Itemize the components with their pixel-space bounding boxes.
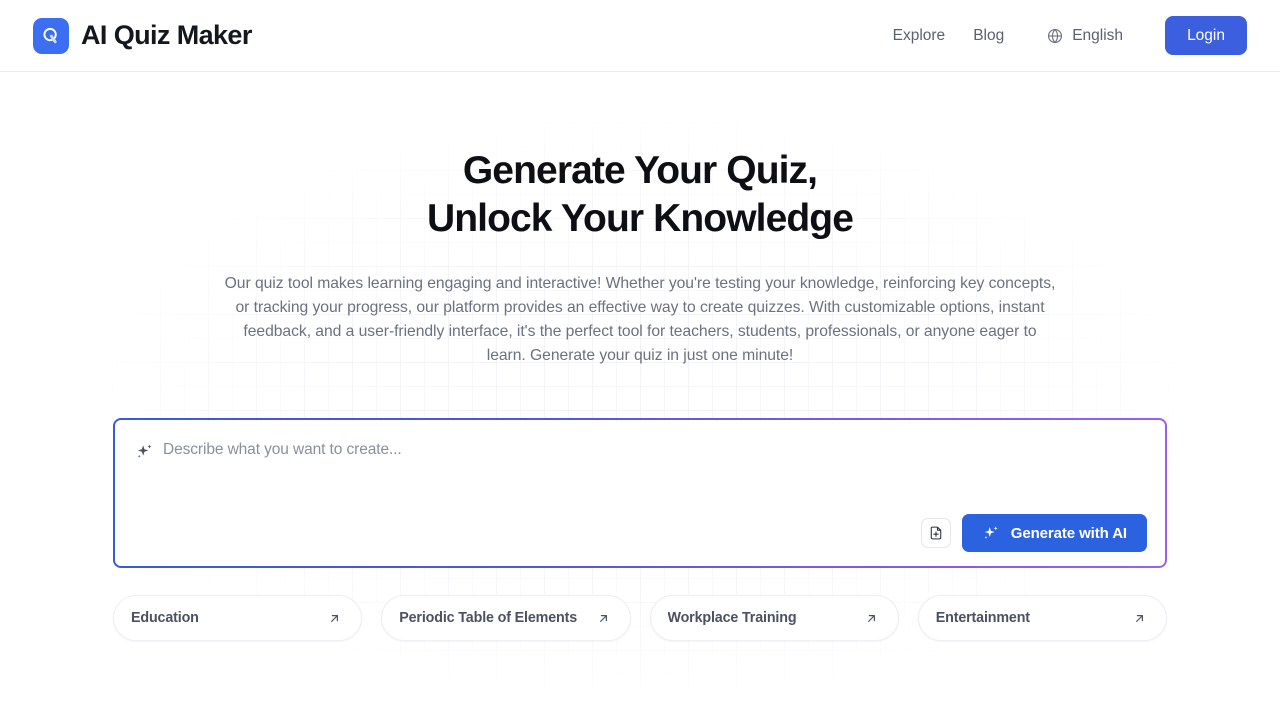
chip-label: Entertainment [935,610,1030,626]
prompt-placeholder: Describe what you want to create... [163,441,402,458]
generate-with-ai-button[interactable]: Generate with AI [961,514,1147,552]
chip-label: Workplace Training [667,610,797,626]
globe-icon [1046,27,1064,45]
prompt-box[interactable]: Describe what you want to create... Gene… [115,420,1165,566]
suggestion-chip-entertainment[interactable]: Entertainment [917,595,1167,641]
main-nav: Explore Blog English Login [879,16,1247,55]
generate-button-label: Generate with AI [1010,524,1127,542]
site-header: AI Quiz Maker Explore Blog English Login [0,0,1280,72]
nav-link-explore[interactable]: Explore [879,19,960,53]
file-add-icon [928,525,944,541]
suggestion-chip-periodic-table-of-elements[interactable]: Periodic Table of Elements [381,595,631,641]
suggestion-chip-education[interactable]: Education [113,595,363,641]
suggestion-chips: Education Periodic Table of Elements Wor… [113,595,1167,641]
arrow-up-right-icon [864,611,879,626]
hero-description: Our quiz tool makes learning engaging an… [224,275,1056,364]
suggestion-chip-workplace-training[interactable]: Workplace Training [649,595,899,641]
page-title: Generate Your Quiz, Unlock Your Knowledg… [113,151,1167,239]
attach-file-button[interactable] [920,518,951,548]
prompt-actions: Generate with AI [135,514,1147,552]
brand-name: AI Quiz Maker [81,20,252,50]
arrow-up-right-icon [327,611,342,626]
nav-link-blog[interactable]: Blog [959,19,1018,53]
quiz-q-logo-icon [33,17,69,54]
hero-content: Generate Your Quiz, Unlock Your Knowledg… [113,72,1167,641]
prompt-box-gradient-border: Describe what you want to create... Gene… [113,418,1167,568]
brand-logo[interactable]: AI Quiz Maker [33,17,252,54]
sparkle-icon [135,442,154,461]
language-label: English [1072,26,1124,44]
arrow-up-right-icon [596,611,611,626]
prompt-input-row: Describe what you want to create... [135,440,1147,461]
hero-section: Generate Your Quiz, Unlock Your Knowledg… [0,72,1280,720]
language-selector[interactable]: English [1032,19,1137,53]
login-button[interactable]: Login [1165,16,1247,55]
headline-line-2: Unlock Your Knowledge [426,197,854,240]
sparkle-icon [982,524,1000,542]
chip-label: Periodic Table of Elements [399,610,578,626]
chip-label: Education [131,610,199,626]
arrow-up-right-icon [1132,611,1147,626]
headline-line-1: Generate Your Quiz, [462,149,818,192]
